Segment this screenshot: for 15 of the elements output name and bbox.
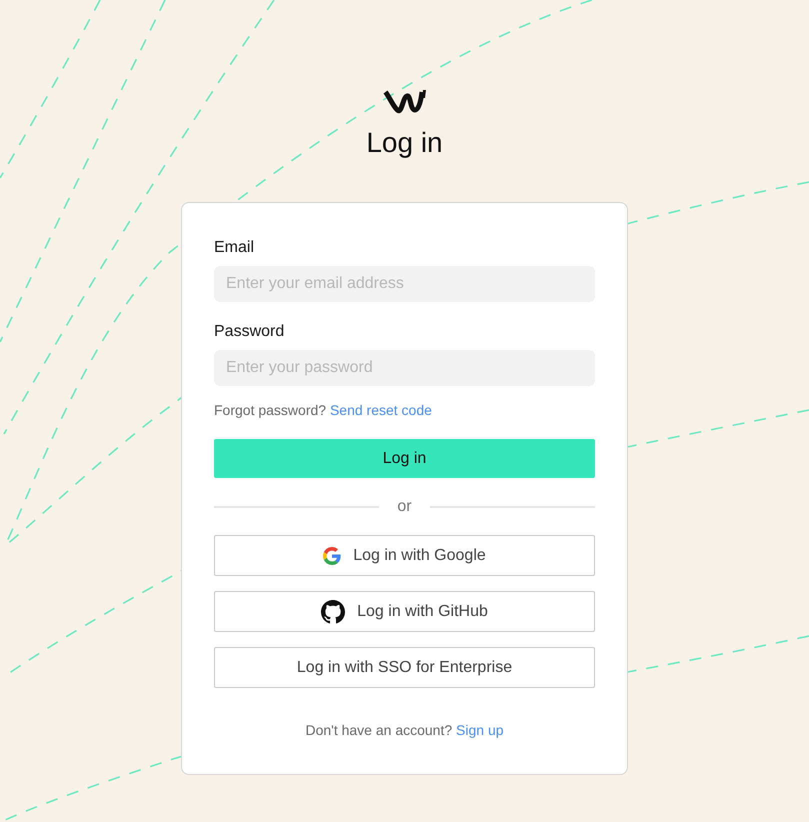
input-field[interactable]: Enter your email address (214, 266, 595, 302)
page-title: Log in (366, 126, 443, 160)
login-button[interactable]: Log in (214, 439, 595, 478)
provider-login-button[interactable]: Log in with Google (214, 535, 595, 576)
cat-logo-icon (321, 600, 346, 624)
provider-login-button[interactable]: Log in with SSO for Enterprise (214, 647, 595, 688)
logo-icon (382, 88, 426, 114)
provider-login-button[interactable]: Log in with GitHub (214, 591, 595, 632)
divider-label: or (396, 497, 413, 517)
field-label: Email (214, 238, 256, 258)
field-label: Password (214, 322, 286, 342)
signup-text: Don't have an account? Sign up (304, 721, 505, 739)
input-field[interactable]: Enter your password (214, 350, 595, 386)
g-logo-icon (323, 546, 342, 564)
forgot-password-text: Forgot password? Send reset code (214, 401, 433, 419)
